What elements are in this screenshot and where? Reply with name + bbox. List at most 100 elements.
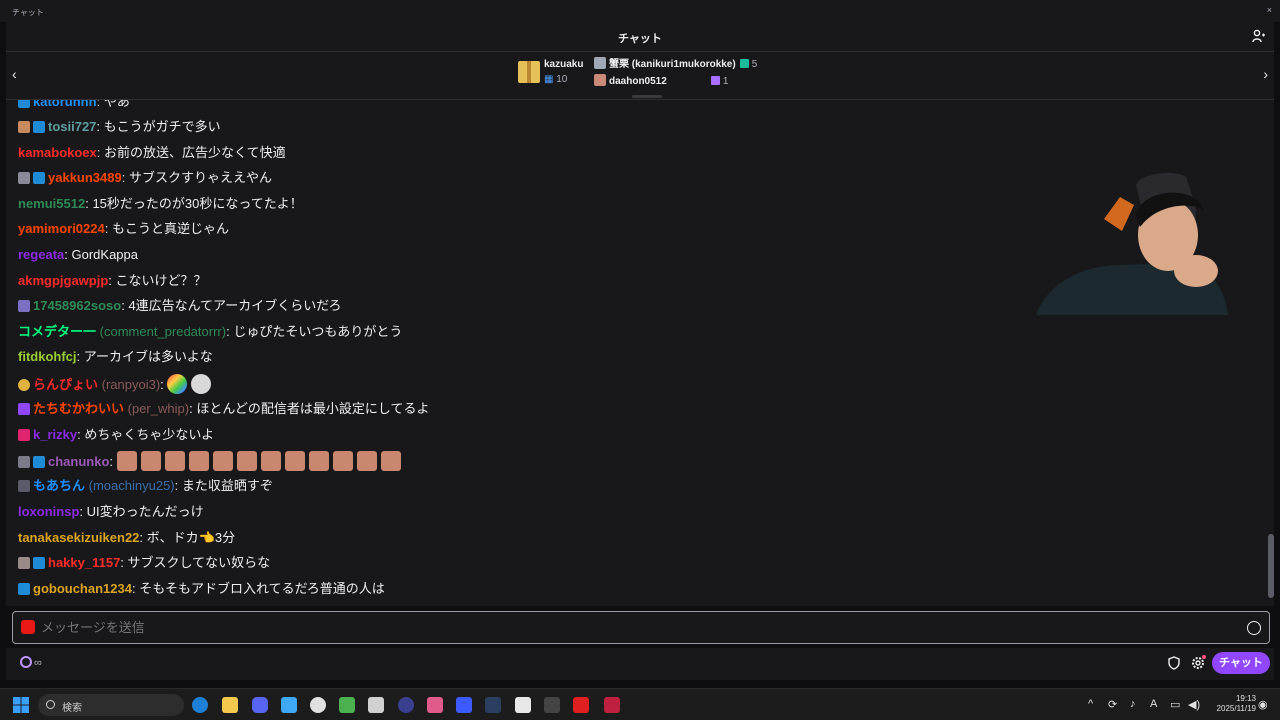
chat-header: チャット	[6, 22, 1274, 52]
webcam-overlay	[1036, 167, 1228, 315]
edge-icon[interactable]	[192, 697, 208, 713]
tray-chevron-icon[interactable]: ^	[1088, 698, 1093, 710]
window-title: チャット	[12, 8, 44, 17]
minecraft-icon[interactable]	[339, 697, 355, 713]
face-emote-icon[interactable]	[188, 451, 209, 471]
app-icon[interactable]	[573, 697, 589, 713]
chat-message: yamimori0224: もこうと真逆じゃん	[18, 221, 229, 236]
chat-send-button[interactable]: チャット	[1212, 652, 1270, 674]
mic-icon[interactable]: ♪	[1130, 698, 1136, 710]
chat-message: 17458962soso: 4連広告なんてアーカイブくらいだろ	[18, 296, 341, 316]
chat-message: hakky_1157: サブスクしてない奴らな	[18, 553, 270, 573]
chat-message: yakkun3489: サブスクすりゃええやん	[18, 168, 272, 188]
taskbar-clock[interactable]: 19:13 2025/11/19	[1208, 694, 1256, 714]
gift-leader[interactable]: kazuaku ▦ 10	[518, 59, 590, 93]
rainbow-emote-icon[interactable]	[167, 374, 188, 394]
gift-leader-count: ▦ 10	[544, 74, 568, 85]
face-emote-icon[interactable]	[260, 451, 281, 471]
badge-icon	[33, 557, 45, 569]
badge-icon	[18, 172, 30, 184]
face-emote-icon[interactable]	[164, 451, 185, 471]
app-icon[interactable]	[515, 697, 531, 713]
steam-icon[interactable]	[485, 697, 501, 713]
taskbar-search[interactable]: 検索	[38, 694, 184, 716]
notepad-icon[interactable]	[281, 697, 297, 713]
chat-message: tanakasekizuiken22: ボ、ドカ👈3分	[18, 530, 236, 545]
chat-message: chanunko:	[18, 451, 405, 471]
drag-handle[interactable]	[632, 95, 662, 98]
face-emote-icon[interactable]	[191, 374, 212, 394]
chat-scrollbar[interactable]	[1268, 100, 1274, 606]
chevron-right-icon[interactable]: ›	[1263, 66, 1268, 82]
app-icon[interactable]	[544, 697, 560, 713]
channel-points-icon	[20, 656, 32, 668]
gift-icon	[710, 76, 720, 85]
badge-icon	[18, 100, 30, 108]
app-icon[interactable]	[604, 697, 620, 713]
face-emote-icon[interactable]	[356, 451, 377, 471]
app-icon[interactable]	[427, 697, 443, 713]
badge-icon	[18, 456, 30, 468]
users-icon[interactable]	[1252, 29, 1266, 43]
notification-icon[interactable]: ◉	[1258, 698, 1268, 711]
sync-icon[interactable]: ⟳	[1108, 698, 1117, 711]
badge-icon	[33, 121, 45, 133]
camera-icon[interactable]	[21, 620, 35, 634]
emoji-icon[interactable]	[1247, 621, 1261, 635]
close-icon[interactable]: ×	[1267, 5, 1272, 15]
badge-icon	[18, 300, 30, 312]
gift-leader-name: kazuaku	[544, 59, 584, 70]
chat-input[interactable]	[41, 620, 441, 635]
badge-icon	[18, 429, 30, 441]
x-app-icon[interactable]	[368, 697, 384, 713]
chat-message: akmgpjgawpjp: こないけど？？	[18, 273, 207, 288]
chat-message: loxoninsp: UI変わったんだっけ	[18, 504, 204, 519]
face-emote-icon[interactable]	[212, 451, 233, 471]
gift-row[interactable]: 蟹栗 (kanikuri1mukorokke) 5	[594, 55, 757, 70]
face-emote-icon[interactable]	[236, 451, 257, 471]
chat-message: コメデター一 (comment_predatorrr): じゅぴたそいつもありが…	[18, 324, 403, 339]
channel-points[interactable]: ∞	[20, 656, 42, 669]
volume-icon[interactable]: ◀)	[1188, 698, 1200, 711]
chat-message: tosii727: もこうがガチで多い	[18, 117, 221, 137]
gift-row[interactable]: daahon0512 1	[594, 74, 728, 87]
badge-icon	[18, 480, 30, 492]
chat-message: kamabokoex: お前の放送、広告少なくて快適	[18, 145, 286, 160]
shield-icon[interactable]	[1168, 656, 1180, 670]
face-emote-icon[interactable]	[140, 451, 161, 471]
chevron-left-icon[interactable]: ‹	[12, 66, 17, 82]
file-explorer-icon[interactable]	[222, 697, 238, 713]
windows-taskbar: 検索 ^ ⟳ ♪ A ▭ ◀) 19:13 2025/11/19 ◉	[0, 688, 1280, 720]
scrollbar-thumb[interactable]	[1268, 534, 1274, 598]
obs-icon[interactable]	[310, 697, 326, 713]
chat-message: regeata: GordKappa	[18, 247, 138, 262]
face-emote-icon[interactable]	[332, 451, 353, 471]
discord-icon[interactable]	[252, 697, 268, 713]
chat-title: チャット	[618, 33, 662, 45]
face-emote-icon[interactable]	[380, 451, 401, 471]
gear-icon[interactable]	[1190, 655, 1206, 671]
face-emote-icon[interactable]	[116, 451, 137, 471]
app-icon[interactable]	[398, 697, 414, 713]
gift-leaderboard: ‹ kazuaku ▦ 10 蟹栗 (kanikuri1mukorokke) 5 …	[6, 52, 1274, 100]
avatar	[594, 74, 606, 86]
app-icon[interactable]	[456, 697, 472, 713]
badge-icon	[33, 456, 45, 468]
chat-message: katoruhhh: やあ	[18, 100, 130, 112]
search-icon	[46, 700, 55, 709]
face-emote-icon[interactable]	[308, 451, 329, 471]
window-titlebar: チャット ×	[0, 0, 1280, 22]
badge-icon	[18, 403, 30, 415]
chat-message: gobouchan1234: そもそもアドブロ入れてるだろ普通の人は	[18, 579, 385, 599]
network-icon[interactable]: ▭	[1170, 698, 1180, 711]
face-emote-icon[interactable]	[284, 451, 305, 471]
chat-input-box[interactable]	[12, 611, 1270, 644]
chat-message: fitdkohfcj: アーカイブは多いよな	[18, 349, 213, 364]
chat-message: k_rizky: めちゃくちゃ少ないよ	[18, 425, 214, 445]
windows-start-icon[interactable]	[13, 697, 29, 713]
ime-icon[interactable]: A	[1150, 698, 1157, 710]
badge-icon	[18, 583, 30, 595]
chat-bottom-bar: ∞ チャット	[6, 648, 1274, 680]
chat-message: もあちん (moachinyu25): また収益晒すぞ	[18, 476, 273, 496]
gift-icon	[518, 61, 540, 83]
